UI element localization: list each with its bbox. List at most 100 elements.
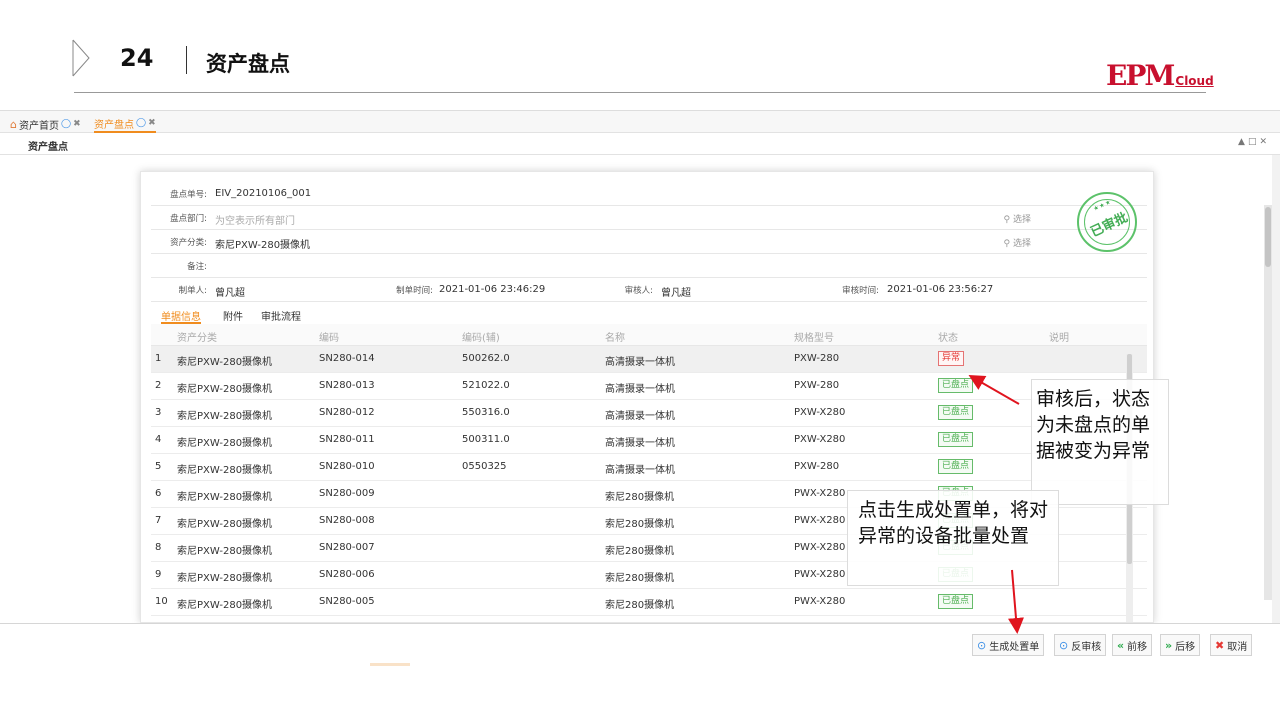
table-row[interactable]: 2 索尼PXW-280摄像机 SN280-013 521022.0 高清摄录一体机 PXW…	[151, 373, 1147, 400]
table-row[interactable]: 3 索尼PXW-280摄像机 SN280-012 550316.0 高清摄录一体机 PXW…	[151, 400, 1147, 427]
cell-model: PXW-X280	[794, 434, 846, 445]
doc-no-value[interactable]: EIV_20210106_001	[215, 188, 311, 199]
cell-model: PWX-X280	[794, 488, 846, 499]
detail-tabs: 单据信息 附件 审批流程	[151, 304, 1147, 324]
cell-code2: 0550325	[462, 461, 507, 472]
form-row-remark: 备注:	[151, 254, 1147, 278]
form-row-meta: 制单人: 曾凡超 制单时间: 2021-01-06 23:46:29 审核人: …	[151, 278, 1147, 302]
tab-asset-home[interactable]: ⌂ 资产首页 ◯ ✖	[10, 115, 81, 133]
col-remark[interactable]: 说明	[1049, 329, 1069, 344]
cell-model: PWX-X280	[794, 542, 846, 553]
move-next-button[interactable]: » 后移	[1160, 634, 1201, 656]
epm-cloud-logo: EPM Cloud	[1106, 60, 1214, 90]
remark-label: 备注:	[187, 262, 207, 272]
refresh-icon[interactable]: ◯	[136, 118, 146, 128]
table-row[interactable]: 4 索尼PXW-280摄像机 SN280-011 500311.0 高清摄录一体机 PXW…	[151, 427, 1147, 454]
cell-code: SN280-006	[319, 569, 375, 580]
category-label: 资产分类:	[170, 238, 207, 248]
tab-asset-inventory[interactable]: 资产盘点 ◯ ✖	[94, 115, 156, 133]
cell-category: 索尼PXW-280摄像机	[177, 465, 273, 476]
col-name[interactable]: 名称	[605, 329, 625, 344]
row-number: 8	[155, 542, 162, 553]
create-time-value: 2021-01-06 23:46:29	[439, 284, 546, 295]
dept-label: 盘点部门:	[170, 214, 207, 224]
row-number: 10	[155, 596, 168, 607]
action-bar: ⊙ 生成处置单 ⊙ 反审核 « 前移 » 后移 ✖ 取消	[0, 623, 1280, 666]
cell-category: 索尼PXW-280摄像机	[177, 357, 273, 368]
panel-title: 资产盘点	[28, 142, 68, 153]
cell-name: 索尼280摄像机	[605, 546, 675, 557]
cell-name: 高清摄录一体机	[605, 438, 675, 449]
dept-input[interactable]: 为空表示所有部门	[215, 212, 295, 227]
category-input[interactable]: 索尼PXW-280摄像机	[215, 236, 310, 251]
doc-no-label: 盘点单号:	[170, 190, 207, 200]
page-scrollbar[interactable]	[1264, 205, 1272, 600]
cell-name: 高清摄录一体机	[605, 465, 675, 476]
select-label: 选择	[1012, 215, 1031, 225]
cancel-button[interactable]: ✖ 取消	[1210, 634, 1253, 656]
tab-bar: ⌂ 资产首页 ◯ ✖ 资产盘点 ◯ ✖	[0, 111, 1280, 133]
table-row[interactable]: 10 索尼PXW-280摄像机 SN280-005 索尼280摄像机 PWX-X280 已…	[151, 589, 1147, 616]
form-row-category: 资产分类: 索尼PXW-280摄像机 ⚲ 选择	[151, 230, 1147, 254]
cell-code: SN280-013	[319, 380, 375, 391]
cell-category: 索尼PXW-280摄像机	[177, 546, 273, 557]
cross-icon: ✖	[1215, 638, 1225, 652]
tab-document-info[interactable]: 单据信息	[161, 308, 201, 324]
cell-category: 索尼PXW-280摄像机	[177, 411, 273, 422]
cell-category: 索尼PXW-280摄像机	[177, 492, 273, 503]
move-prev-button[interactable]: « 前移	[1112, 634, 1153, 656]
approved-stamp: ★★★ 已审批	[1077, 192, 1137, 252]
category-select-button[interactable]: ⚲ 选择	[1004, 236, 1031, 249]
window-controls[interactable]: ▲□✕	[1238, 137, 1270, 147]
cell-name: 索尼280摄像机	[605, 519, 675, 530]
cell-code: SN280-009	[319, 488, 375, 499]
status-badge: 已盘点	[938, 405, 974, 420]
status-badge: 已盘点	[938, 432, 974, 447]
cell-category: 索尼PXW-280摄像机	[177, 519, 273, 530]
col-model[interactable]: 规格型号	[794, 329, 834, 344]
prev-label: 前移	[1127, 641, 1148, 653]
search-icon: ⚲	[1003, 239, 1011, 249]
cell-category: 索尼PXW-280摄像机	[177, 384, 273, 395]
tab-label: 资产首页	[18, 120, 59, 132]
logo-main: EPM	[1106, 59, 1175, 92]
close-icon[interactable]: ✖	[73, 119, 81, 129]
generate-label: 生成处置单	[989, 641, 1040, 653]
creator-label: 制单人:	[178, 286, 207, 296]
title-divider	[186, 46, 187, 74]
auditor-label: 审核人:	[624, 286, 653, 296]
next-label: 后移	[1175, 641, 1196, 653]
callout-generate-note: 点击生成处置单，将对异常的设备批量处置	[847, 490, 1059, 586]
dept-select-button[interactable]: ⚲ 选择	[1004, 212, 1031, 225]
cell-code: SN280-005	[319, 596, 375, 607]
row-number: 5	[155, 461, 162, 472]
table-row[interactable]: 5 索尼PXW-280摄像机 SN280-010 0550325 高清摄录一体机 PXW-…	[151, 454, 1147, 481]
generate-disposal-button[interactable]: ⊙ 生成处置单	[972, 634, 1045, 656]
refresh-icon[interactable]: ◯	[61, 119, 71, 129]
creator-value: 曾凡超	[215, 288, 245, 299]
page-number: 24	[120, 44, 154, 72]
status-badge: 已盘点	[938, 378, 974, 393]
cell-model: PXW-280	[794, 380, 840, 391]
col-status[interactable]: 状态	[938, 329, 958, 344]
cell-model: PXW-X280	[794, 407, 846, 418]
status-badge: 异常	[938, 351, 965, 366]
row-number: 7	[155, 515, 162, 526]
home-icon: ⌂	[10, 117, 17, 131]
col-category[interactable]: 资产分类	[177, 329, 217, 344]
cell-code2: 500262.0	[462, 353, 510, 364]
search-icon: ⚲	[1003, 215, 1011, 225]
col-code[interactable]: 编码	[319, 329, 339, 344]
cell-code2: 500311.0	[462, 434, 510, 445]
cell-model: PXW-280	[794, 353, 840, 364]
cell-model: PWX-X280	[794, 569, 846, 580]
unaudit-button[interactable]: ⊙ 反审核	[1054, 634, 1107, 656]
table-row[interactable]: 1 索尼PXW-280摄像机 SN280-014 500262.0 高清摄录一体机 PXW…	[151, 346, 1147, 373]
close-icon[interactable]: ✖	[148, 118, 156, 128]
cell-code: SN280-014	[319, 353, 375, 364]
tab-attachments[interactable]: 附件	[223, 308, 243, 323]
tab-approval-flow[interactable]: 审批流程	[261, 308, 301, 323]
slide-header: 24 资产盘点 EPM Cloud	[0, 0, 1280, 100]
row-number: 2	[155, 380, 162, 391]
col-code2[interactable]: 编码(辅)	[462, 329, 500, 344]
